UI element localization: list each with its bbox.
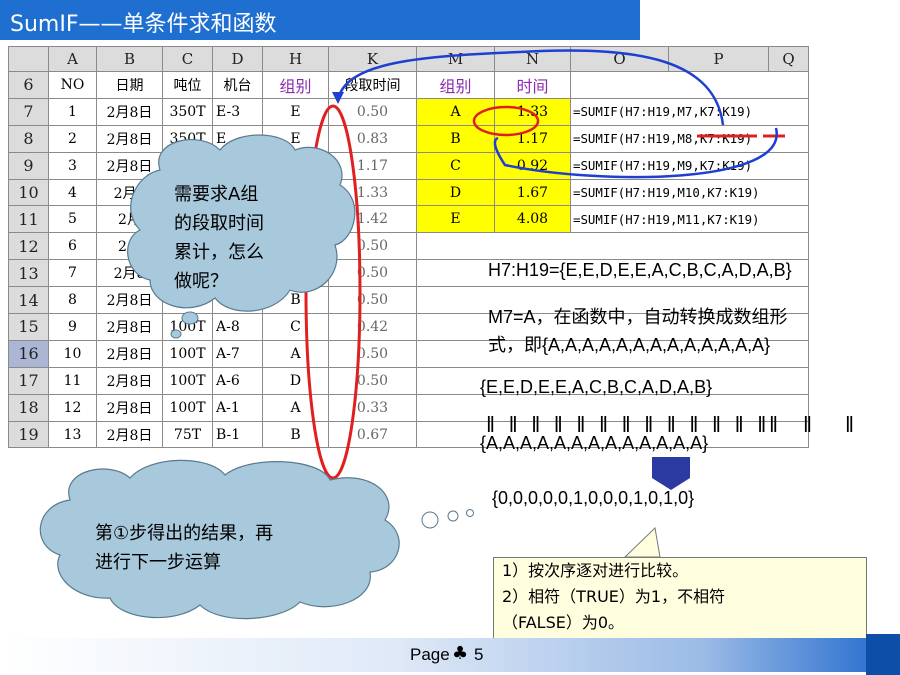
equality-marker: ‖ (644, 412, 654, 437)
result-array: {0,0,0,0,0,1,0,0,0,1,0,1,0} (492, 488, 695, 508)
equality-marker: ‖ (531, 412, 541, 437)
equality-marker: ‖ (576, 412, 586, 437)
callout-line-1: 1）按次序逐对进行比较。 (502, 561, 689, 580)
comparison-array-1: {E,E,D,E,E,A,C,B,C,A,D,A,B} (480, 377, 713, 397)
callout-line-2: 2）相符（TRUE）为1，不相符 (502, 587, 726, 606)
equality-marker: ‖ (666, 412, 676, 437)
equality-marker: ‖ (486, 412, 496, 437)
cloud-2-line: 第①步得出的结果，再 (95, 523, 274, 544)
a-cell-ellipse (472, 105, 540, 137)
equality-marker: ‖ (734, 412, 744, 437)
range-arrow (336, 49, 725, 126)
down-arrow-icon (652, 457, 690, 490)
equality-marker: ‖ (757, 412, 767, 437)
range-array-text: H7:H19={E,E,D,E,E,A,C,B,C,A,D,A,B} (488, 260, 792, 280)
m7-explanation-line2: 式，即{A,A,A,A,A,A,A,A,A,A,A,A,A} (488, 335, 771, 355)
cloud-1-line: 需要求A组 (174, 184, 259, 205)
equality-marker: ‖ (621, 412, 631, 437)
equality-marker: ‖ (769, 412, 779, 437)
footer-bar (0, 634, 900, 675)
callout-pointer (623, 526, 661, 558)
cloud-2-text: 第①步得出的结果，再 进行下一步运算 (95, 519, 273, 577)
range-arrowhead (332, 92, 344, 104)
cloud-1-text: 需要求A组 的段取时间 累计，怎么 做呢？ (174, 180, 264, 296)
m7-explanation-line1: M7=A，在函数中，自动转换成数组形 (488, 307, 788, 327)
equality-marker: ‖ (553, 412, 563, 437)
page-number: 5 (474, 645, 484, 664)
equality-marker: ‖ (689, 412, 699, 437)
callout-line-3: （FALSE）为0。 (502, 613, 625, 632)
cloud-1-line: 的段取时间 (174, 213, 264, 234)
cloud-1-line: 做呢？ (174, 271, 228, 292)
equality-marker: ‖ (712, 412, 722, 437)
explanation-callout: 1）按次序逐对进行比较。 2）相符（TRUE）为1，不相符 （FALSE）为0。 (493, 557, 867, 639)
equality-marker: ‖ (845, 412, 855, 437)
equality-marker: ‖ (508, 412, 518, 437)
cloud-1-line: 累计，怎么 (174, 242, 264, 263)
page-label: Page (410, 645, 450, 664)
club-icon: ♣ (452, 643, 469, 664)
equality-marker: ‖ (803, 412, 813, 437)
equality-marker: ‖ (599, 412, 609, 437)
cloud-2-line: 进行下一步运算 (95, 552, 221, 573)
